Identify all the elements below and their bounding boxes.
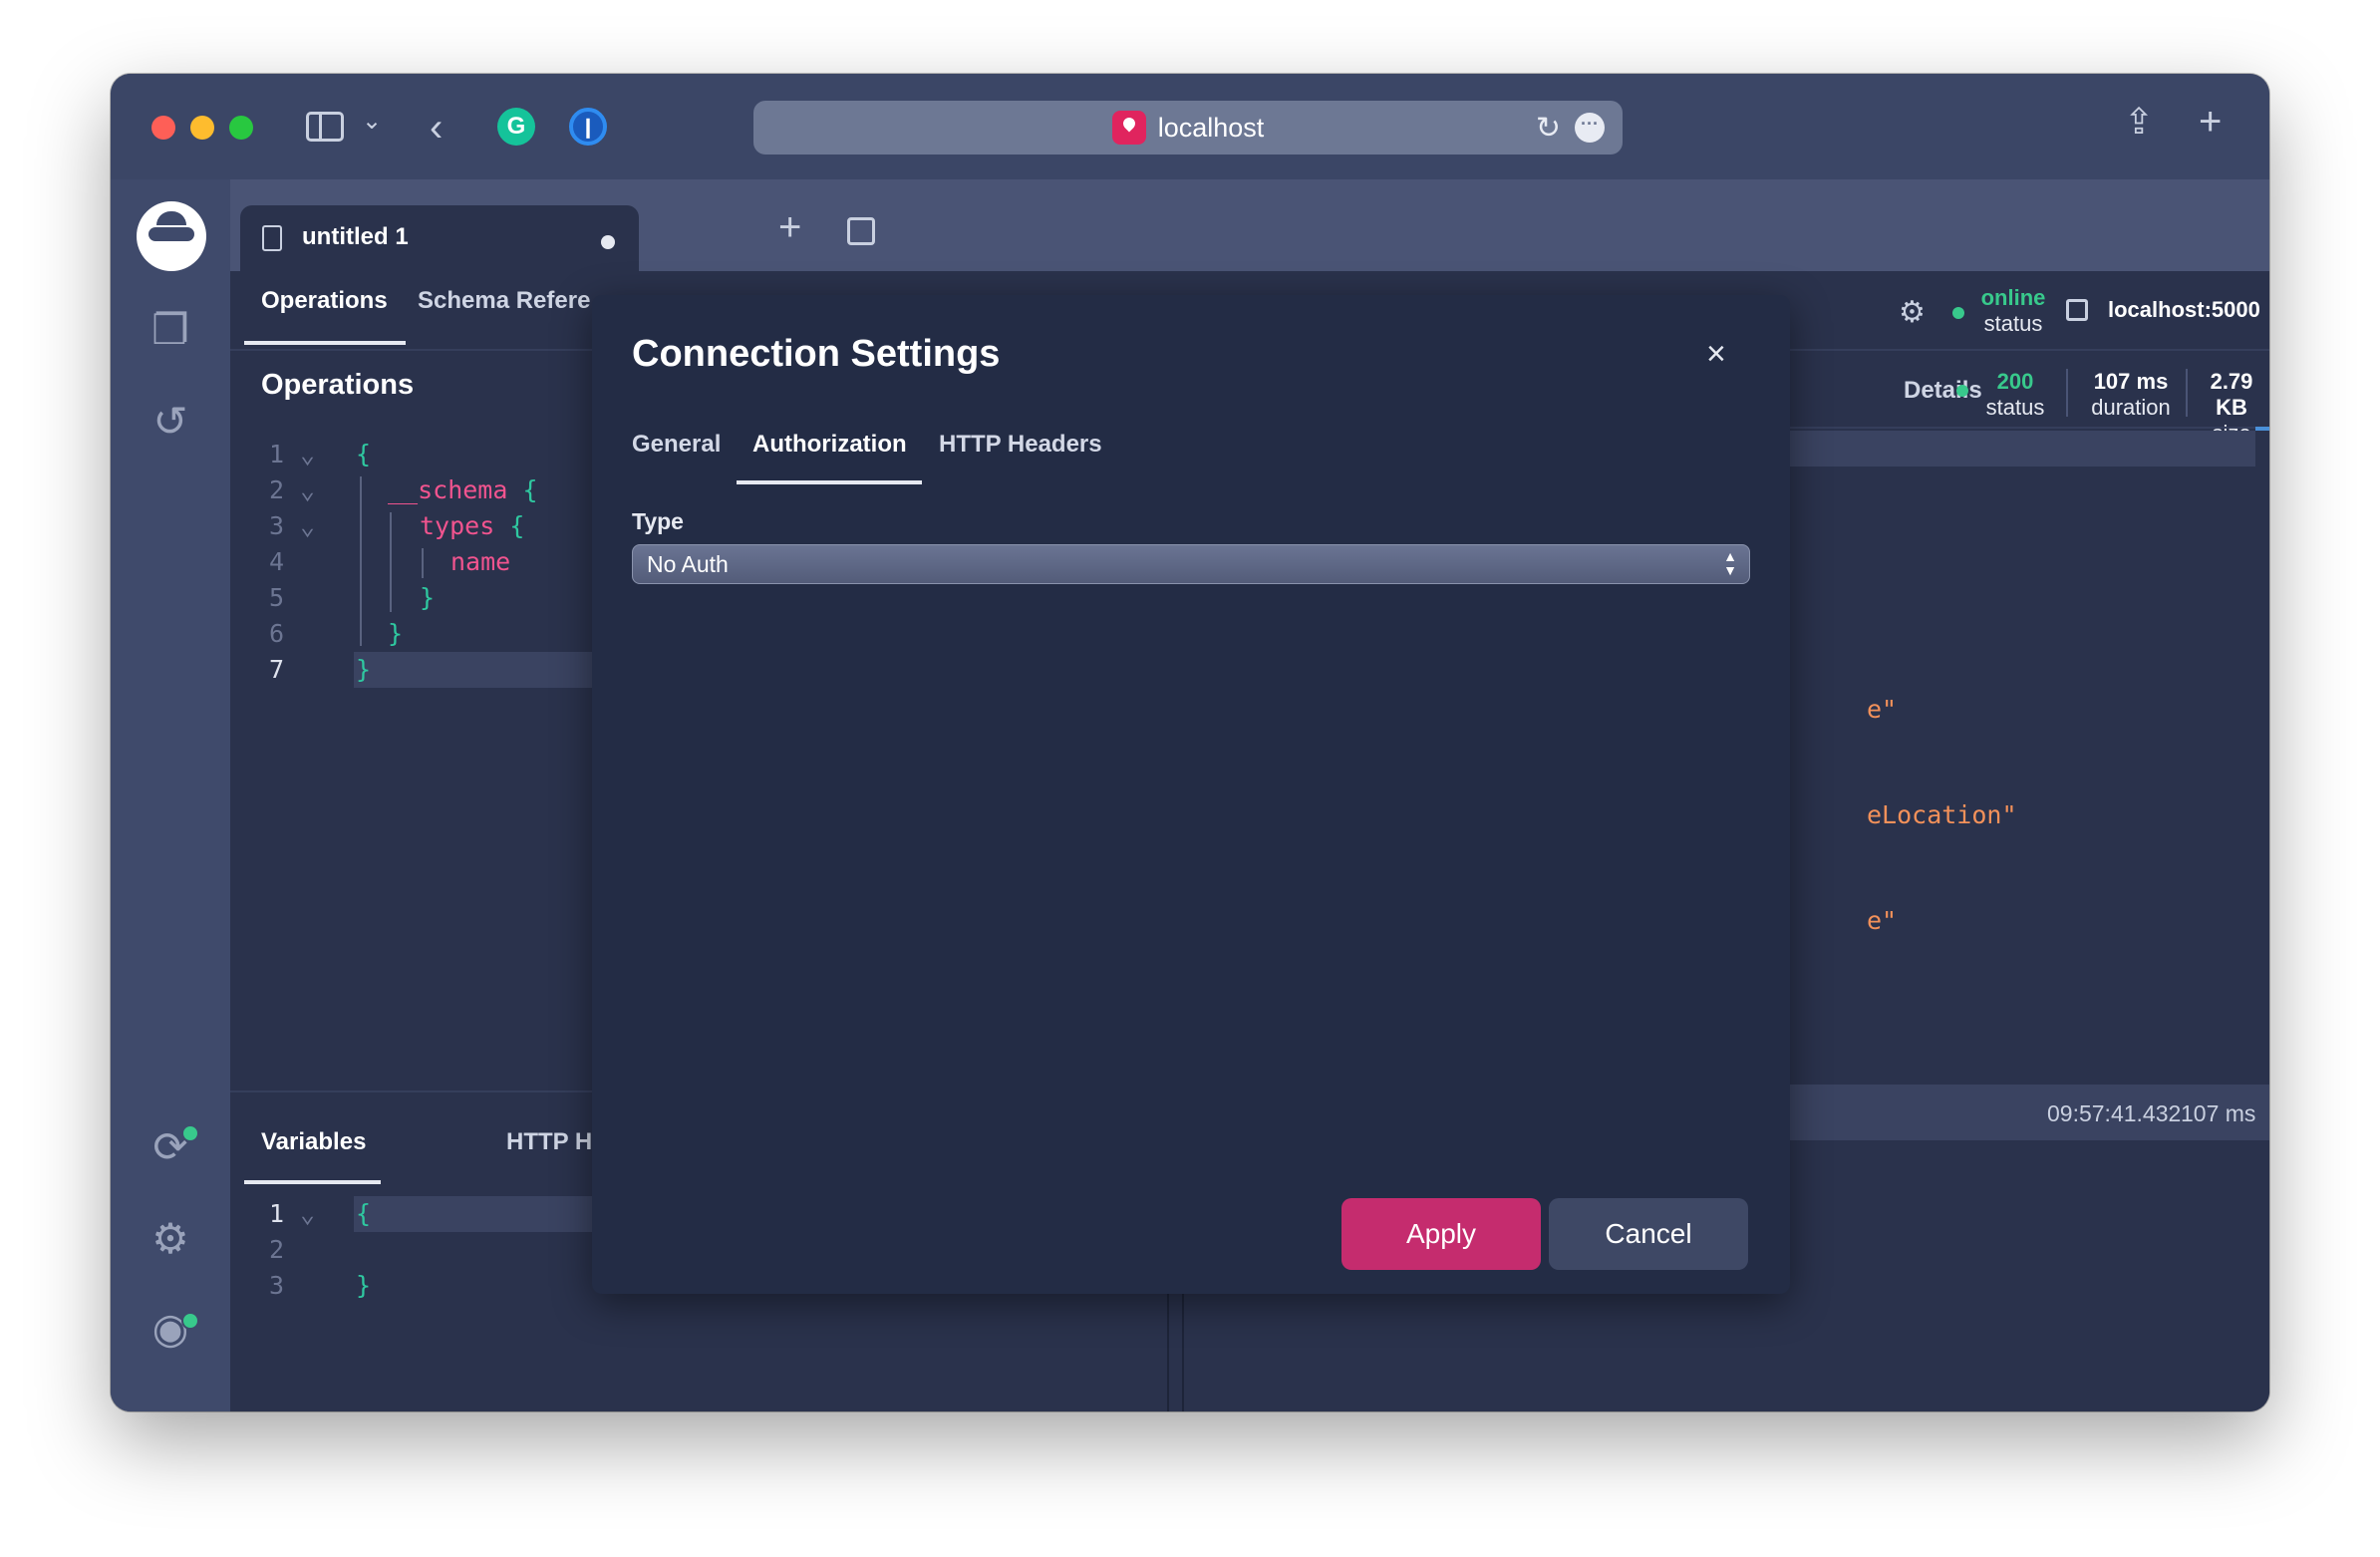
close-icon[interactable]: × bbox=[1706, 335, 1726, 374]
auth-type-value: No Auth bbox=[647, 551, 729, 577]
tab-variables[interactable]: Variables bbox=[261, 1128, 366, 1156]
response-status-label: status bbox=[1985, 395, 2045, 420]
dialog-title: Connection Settings bbox=[632, 333, 1001, 375]
save-icon[interactable] bbox=[847, 217, 875, 245]
account-icon[interactable]: ◉ bbox=[111, 1308, 230, 1350]
tab-authorization[interactable]: Authorization bbox=[752, 431, 907, 459]
response-duration-label: duration bbox=[2091, 395, 2171, 420]
tab-active-indicator bbox=[244, 1180, 381, 1184]
auth-type-select[interactable]: No Auth ▲ ▼ bbox=[632, 544, 1750, 584]
fold-icon[interactable]: ⌄ bbox=[300, 1196, 315, 1232]
response-fragment: e" bbox=[1867, 695, 1898, 724]
settings-icon[interactable]: ⚙ bbox=[1899, 295, 1926, 330]
sidebar-icon[interactable] bbox=[306, 112, 344, 142]
tab-schema-reference[interactable]: Schema Refere bbox=[418, 287, 590, 315]
fold-icon[interactable]: ⌄ bbox=[300, 472, 315, 508]
sync-status-dot bbox=[181, 1124, 199, 1142]
status-dot bbox=[1956, 385, 1968, 397]
onepassword-icon[interactable]: ❙ bbox=[569, 108, 607, 146]
tab-active-indicator bbox=[244, 341, 406, 345]
response-duration-value: 107 ms bbox=[2093, 369, 2169, 394]
copy-icon[interactable]: ❐ bbox=[111, 309, 230, 351]
minimize-window-button[interactable] bbox=[190, 116, 214, 140]
connection-settings-dialog: Connection Settings × General Authorizat… bbox=[592, 295, 1790, 1294]
connection-host[interactable]: localhost:5000 bbox=[2108, 297, 2260, 323]
reload-icon[interactable]: ↻ bbox=[1536, 111, 1561, 146]
response-fragment: eLocation" bbox=[1867, 800, 2017, 829]
share-icon[interactable]: ⇪ bbox=[2124, 104, 2154, 140]
tab-active-indicator bbox=[737, 480, 922, 484]
address-bar[interactable]: localhost ↻ ··· bbox=[753, 101, 1623, 155]
unsaved-dot[interactable] bbox=[601, 235, 615, 249]
zoom-window-button[interactable] bbox=[229, 116, 253, 140]
chevron-down-icon[interactable]: ⌄ bbox=[362, 110, 382, 134]
browser-toolbar: ⌄ ‹ G ❙ localhost ↻ ··· ⇪ + bbox=[111, 74, 2269, 179]
file-icon bbox=[262, 225, 282, 251]
type-label: Type bbox=[632, 508, 684, 534]
online-dot bbox=[1952, 307, 1964, 319]
tab-details[interactable]: Details bbox=[1904, 377, 1982, 405]
response-fragment: e" bbox=[1867, 906, 1898, 935]
operations-header: Operations bbox=[261, 369, 415, 401]
history-time: 09:57:41.432 bbox=[2047, 1100, 2182, 1126]
gear-icon[interactable]: ⚙ bbox=[111, 1218, 230, 1260]
connection-status-label: status bbox=[1983, 311, 2043, 336]
close-window-button[interactable] bbox=[151, 116, 175, 140]
response-size-value: 2.79 KB bbox=[2210, 369, 2253, 420]
tab-http-headers[interactable]: HTTP Headers bbox=[939, 431, 1102, 459]
url-text: localhost bbox=[1157, 112, 1265, 143]
history-icon[interactable]: ↺ bbox=[111, 401, 230, 443]
select-arrows-icon: ▲ ▼ bbox=[1723, 548, 1737, 578]
app-logo-icon[interactable] bbox=[137, 201, 206, 271]
document-tab-title: untitled 1 bbox=[302, 223, 409, 250]
connection-status-value: online bbox=[1980, 285, 2046, 310]
grammarly-icon[interactable]: G bbox=[497, 108, 535, 146]
lock-icon bbox=[2066, 299, 2088, 321]
add-tab-icon[interactable]: + bbox=[778, 205, 801, 250]
back-icon[interactable]: ‹ bbox=[430, 108, 443, 148]
sync-icon[interactable]: ⟳ bbox=[111, 1126, 230, 1168]
fold-icon[interactable]: ⌄ bbox=[300, 437, 315, 472]
apply-button[interactable]: Apply bbox=[1341, 1198, 1541, 1270]
site-favicon-icon bbox=[1111, 111, 1146, 145]
tab-general[interactable]: General bbox=[632, 431, 721, 459]
cancel-button[interactable]: Cancel bbox=[1549, 1198, 1748, 1270]
fold-icon[interactable]: ⌄ bbox=[300, 508, 315, 544]
response-status-value: 200 bbox=[1996, 369, 2034, 394]
more-icon[interactable]: ··· bbox=[1575, 113, 1605, 143]
document-tab[interactable]: untitled 1 bbox=[240, 205, 639, 275]
history-duration: 107 ms bbox=[2181, 1100, 2256, 1126]
account-status-dot bbox=[181, 1312, 199, 1330]
new-tab-icon[interactable]: + bbox=[2199, 102, 2222, 142]
document-tabbar: untitled 1 + bbox=[230, 179, 2269, 275]
tab-operations[interactable]: Operations bbox=[261, 287, 388, 315]
